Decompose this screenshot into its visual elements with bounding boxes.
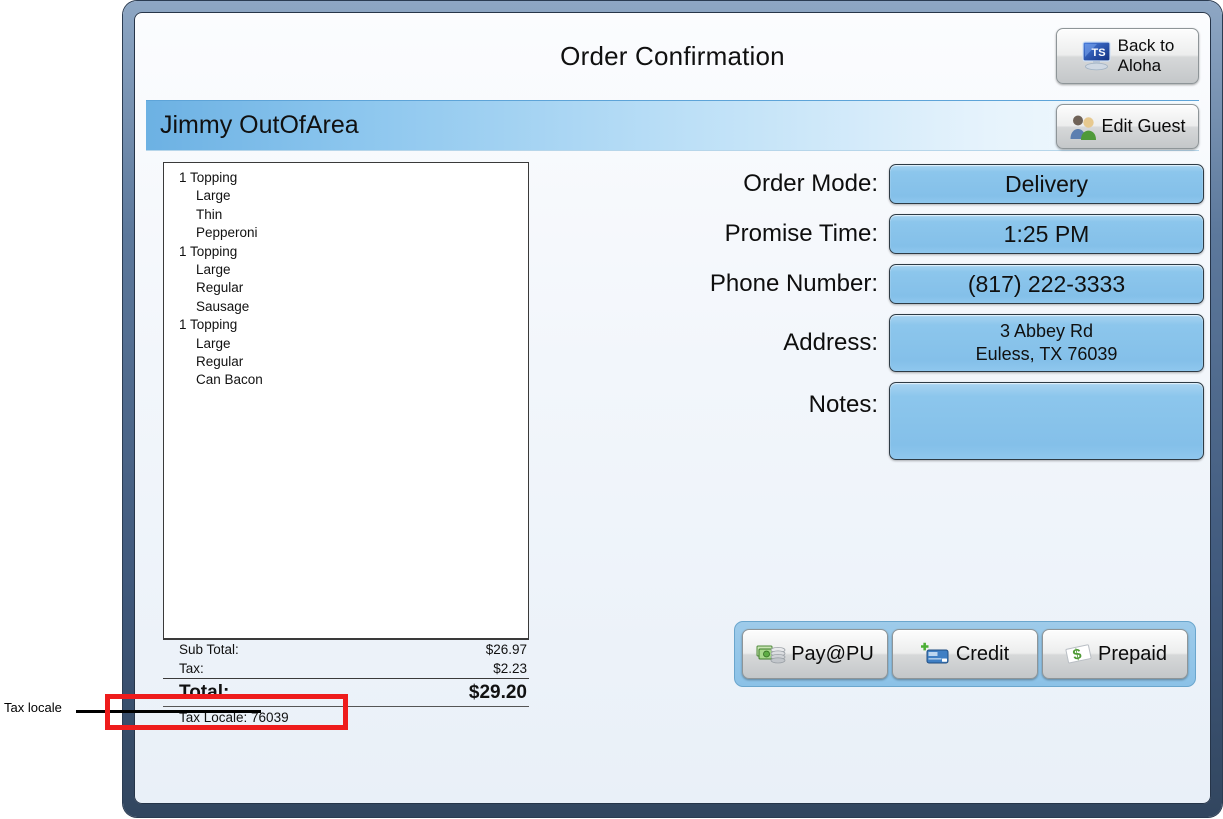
field-value-order-mode[interactable]: Delivery: [889, 164, 1204, 204]
field-value-notes[interactable]: [889, 382, 1204, 460]
payment-button-credit[interactable]: Credit: [892, 629, 1038, 679]
order-item-modifier: Pepperoni: [196, 225, 258, 241]
subtotal-label: Sub Total:: [179, 642, 239, 657]
order-item-modifier: Regular: [196, 280, 244, 296]
prepaid-check-icon: $: [1063, 642, 1093, 666]
payment-buttons-bar: Pay@PU Credit $ Prepaid: [734, 621, 1196, 687]
credit-card-icon: [920, 642, 951, 666]
field-row: Promise Time: 1:25 PM: [694, 214, 1204, 254]
order-details-fields: Order Mode: Delivery Promise Time: 1:25 PM P…: [694, 164, 1204, 470]
field-value-address[interactable]: 3 Abbey Rd Euless, TX 76039: [889, 314, 1204, 372]
order-item-modifier: Can Bacon: [196, 372, 263, 388]
order-item-name: 1 Topping: [179, 243, 238, 259]
order-summary-panel: 1 Topping Large Thin Pepperoni 1 Topping Larg…: [163, 162, 529, 728]
tax-value: $2.23: [493, 661, 527, 676]
two-people-icon: [1069, 113, 1099, 141]
payment-button-label: Credit: [955, 642, 1010, 665]
field-label: Promise Time:: [724, 220, 878, 247]
order-item-modifier: Large: [196, 188, 231, 204]
subtotal-row: Sub Total: $26.97: [163, 640, 529, 659]
application-window: Order Confirmation TS Back to Aloha Jimm…: [123, 1, 1222, 817]
page-title: Order Confirmation: [560, 41, 785, 71]
order-items-list[interactable]: 1 Topping Large Thin Pepperoni 1 Topping Larg…: [163, 162, 529, 639]
grand-total-row: Total: $29.20: [163, 679, 529, 706]
order-item-name: 1 Topping: [179, 170, 238, 185]
back-to-aloha-label: Back to Aloha: [1117, 36, 1175, 75]
total-label: Total:: [179, 682, 230, 703]
order-item-group[interactable]: 1 Topping Large Regular Can Bacon: [164, 316, 528, 390]
terminal-service-monitor-icon: TS: [1081, 41, 1115, 71]
field-label: Phone Number:: [709, 270, 878, 297]
order-totals: Sub Total: $26.97 Tax: $2.23 Total: $29.…: [163, 639, 529, 728]
address-line-1: 3 Abbey Rd: [999, 321, 1094, 341]
order-item-modifier: Regular: [196, 354, 244, 370]
order-item-modifier: Large: [196, 262, 231, 278]
subtotal-value: $26.97: [485, 642, 527, 657]
annotation-label: Tax locale: [4, 700, 62, 715]
order-item-modifier: Sausage: [196, 298, 250, 314]
edit-guest-label: Edit Guest: [1101, 116, 1186, 136]
order-item-group[interactable]: 1 Topping Large Regular Sausage: [164, 243, 528, 317]
annotation-leader-line: [76, 710, 261, 713]
cash-and-coins-icon: [756, 642, 786, 666]
order-item-modifier: Thin: [196, 206, 223, 222]
tax-label: Tax:: [179, 661, 204, 676]
field-row: Notes:: [694, 382, 1204, 460]
tax-row: Tax: $2.23: [163, 659, 529, 678]
field-label: Order Mode:: [743, 170, 878, 197]
field-value-phone-number[interactable]: (817) 222-3333: [889, 264, 1204, 304]
order-item-group[interactable]: 1 Topping Large Thin Pepperoni: [164, 169, 528, 243]
total-value: $29.20: [468, 682, 527, 703]
window-client-area: Order Confirmation TS Back to Aloha Jimm…: [134, 12, 1211, 804]
payment-button-label: Prepaid: [1098, 642, 1167, 665]
order-item-name: 1 Topping: [179, 317, 238, 333]
payment-button-label: Pay@PU: [791, 642, 874, 665]
svg-text:TS: TS: [1091, 47, 1105, 59]
address-line-2: Euless, TX 76039: [975, 344, 1118, 364]
field-row: Order Mode: Delivery: [694, 164, 1204, 204]
field-label: Address:: [783, 329, 878, 356]
guest-name: Jimmy OutOfArea: [160, 111, 359, 139]
back-to-aloha-button[interactable]: TS Back to Aloha: [1056, 28, 1199, 84]
payment-button-pay-pu[interactable]: Pay@PU: [742, 629, 888, 679]
field-row: Phone Number: (817) 222-3333: [694, 264, 1204, 304]
field-row: Address: 3 Abbey Rd Euless, TX 76039: [694, 314, 1204, 372]
field-value-promise-time[interactable]: 1:25 PM: [889, 214, 1204, 254]
field-label: Notes:: [808, 391, 878, 418]
header-bar: Order Confirmation TS Back to Aloha: [134, 12, 1211, 100]
order-item-modifier: Large: [196, 335, 231, 351]
guest-bar: Jimmy OutOfArea: [146, 100, 1199, 151]
payment-button-prepaid[interactable]: $ Prepaid: [1042, 629, 1188, 679]
edit-guest-button[interactable]: Edit Guest: [1056, 104, 1199, 149]
